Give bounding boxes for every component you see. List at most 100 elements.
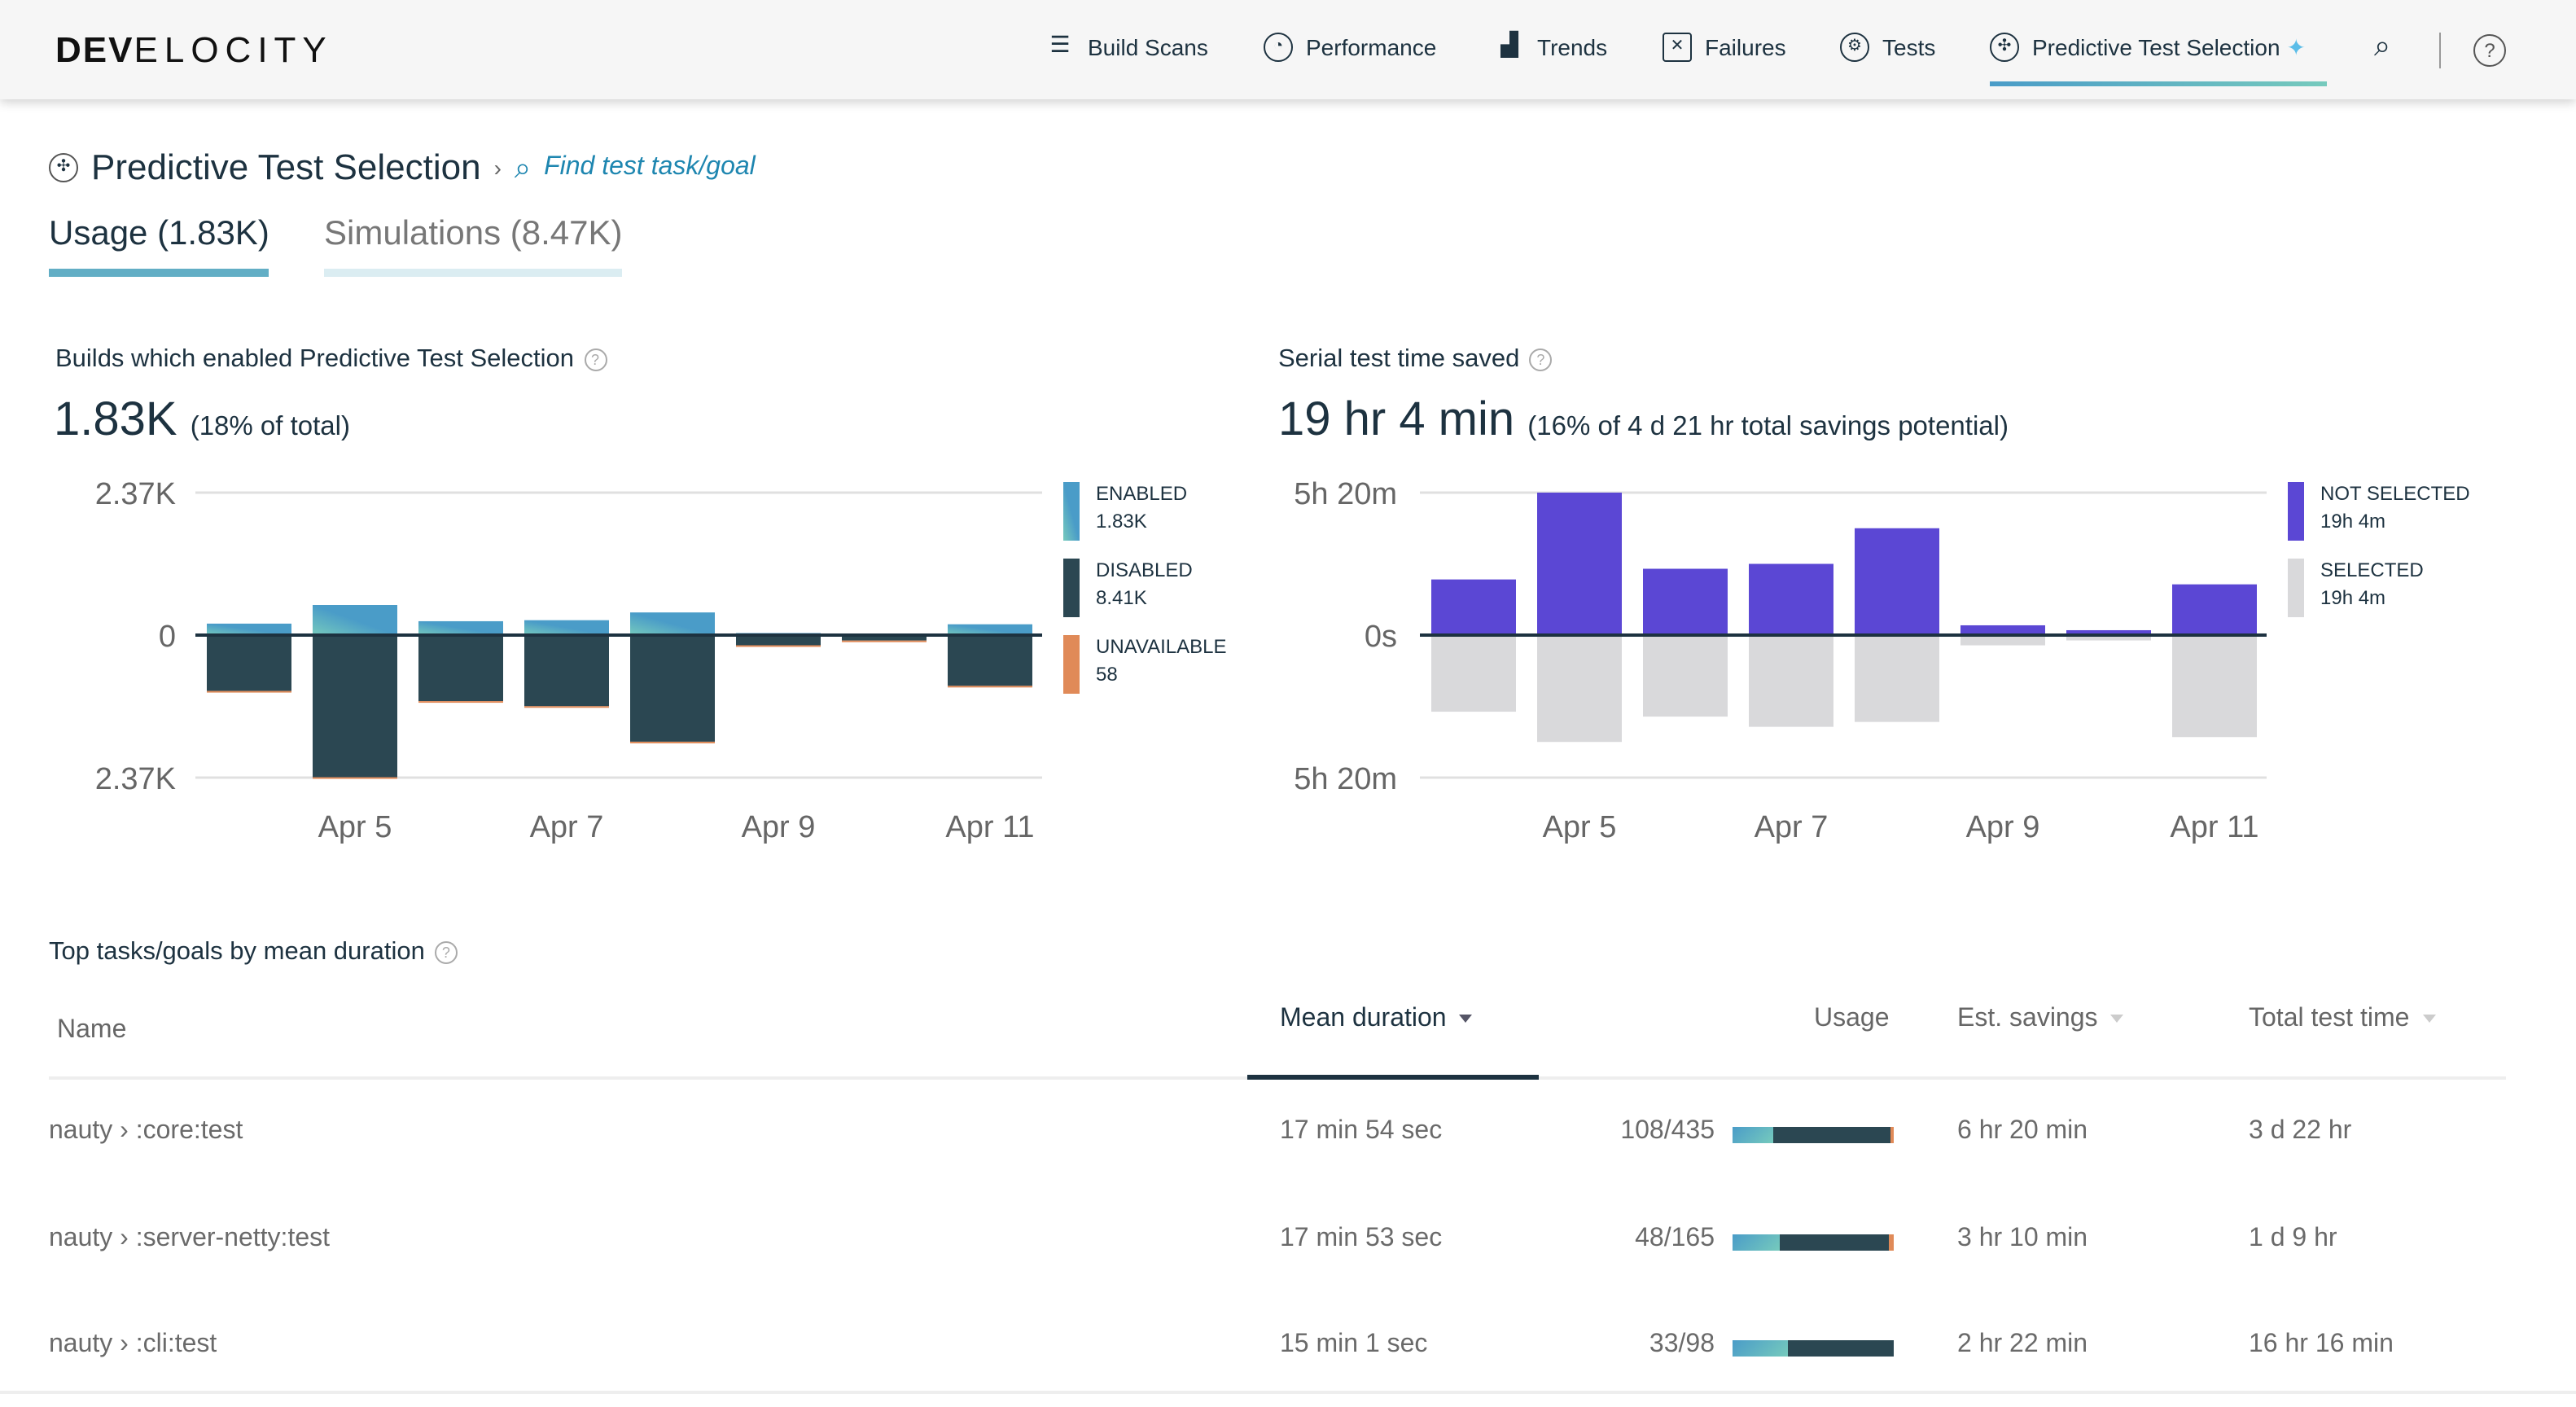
- tab-label: Usage (1.83K): [49, 215, 269, 252]
- est-savings: 6 hr 20 min: [1957, 1117, 2088, 1145]
- nav-label: Failures: [1705, 34, 1786, 60]
- legend-total: 58: [1096, 664, 1118, 686]
- breadcrumb-separator: ›: [493, 155, 502, 181]
- task-path: :server-netty:test: [135, 1224, 331, 1251]
- legend-label: UNAVAILABLE: [1096, 636, 1227, 658]
- brain-icon: ✣: [1990, 33, 2019, 62]
- task-name[interactable]: nauty › :server-netty:test: [49, 1224, 330, 1253]
- task-name[interactable]: nauty › :cli:test: [49, 1330, 217, 1360]
- column-header-mean-duration[interactable]: Mean duration: [1280, 1005, 1473, 1034]
- legend-total: 8.41K: [1096, 587, 1147, 609]
- column-header-usage[interactable]: Usage: [1814, 1005, 1890, 1034]
- bar-unavailable: [948, 686, 1032, 688]
- bar-disabled: [524, 635, 609, 707]
- column-header-total-test-time[interactable]: Total test time: [2249, 1005, 2436, 1034]
- x-tick-label: Apr 7: [530, 810, 604, 844]
- time-saved-chart: 5h 20m 0s 5h 20m Apr 5 Apr 7 Apr 9 Apr 11 NOT S…: [1294, 477, 2470, 844]
- bar-selected: [1855, 635, 1939, 722]
- chart-headline: 1.83K (18% of total): [54, 394, 350, 448]
- x-tick-label: Apr 9: [1966, 810, 2040, 844]
- bar-selected: [1749, 635, 1833, 727]
- headline-note: (16% of 4 d 21 hr total savings potentia…: [1527, 412, 2009, 441]
- column-header-est-savings[interactable]: Est. savings: [1957, 1005, 2124, 1034]
- bar-disabled: [207, 635, 291, 691]
- bar-enabled: [630, 612, 715, 635]
- legend-total: 19h 4m: [2320, 587, 2385, 609]
- bar-selected: [1431, 635, 1516, 712]
- header-label: Est. savings: [1957, 1005, 2098, 1032]
- column-header-name[interactable]: Name: [57, 1016, 126, 1045]
- project-name: nauty: [49, 1224, 113, 1251]
- help-icon[interactable]: ?: [434, 940, 458, 964]
- y-tick-label: 2.37K: [95, 477, 176, 511]
- brain-icon: ✣: [49, 153, 78, 182]
- x-tick-label: Apr 7: [1755, 810, 1829, 844]
- est-savings: 3 hr 10 min: [1957, 1224, 2088, 1251]
- usage-bar-unavailable: [1890, 1127, 1894, 1143]
- total-test-time: 1 d 9 hr: [2249, 1224, 2337, 1251]
- page-header: ✣ Predictive Test Selection › ⌕ Find tes…: [49, 147, 756, 189]
- legend-label: NOT SELECTED: [2320, 483, 2470, 505]
- bar-enabled: [313, 605, 397, 635]
- task-path: :cli:test: [135, 1330, 217, 1358]
- bar-selected: [1537, 635, 1622, 743]
- usage-count: 48/165: [1635, 1224, 1715, 1251]
- nav-label: Build Scans: [1088, 34, 1208, 60]
- usage-bar-disabled: [1773, 1127, 1891, 1143]
- nav-label: Predictive Test Selection: [2032, 34, 2280, 60]
- y-tick-label: 2.37K: [95, 762, 176, 796]
- search-icon[interactable]: ⌕: [515, 151, 531, 185]
- tab-usage[interactable]: Usage (1.83K): [49, 215, 269, 277]
- shield-x-icon: ✕: [1663, 33, 1692, 62]
- legend-swatch: [2288, 482, 2304, 541]
- chart-title-text: Builds which enabled Predictive Test Sel…: [55, 345, 575, 373]
- nav-label: Tests: [1882, 34, 1936, 60]
- help-icon[interactable]: ?: [1529, 348, 1553, 371]
- find-test-task-link[interactable]: Find test task/goal: [544, 153, 756, 182]
- gauge-icon: ◔: [1264, 33, 1293, 62]
- legend-total: 19h 4m: [2320, 511, 2385, 533]
- chart-title: Builds which enabled Predictive Test Sel…: [55, 345, 607, 375]
- bar-unavailable: [313, 777, 397, 779]
- table-title-text: Top tasks/goals by mean duration: [49, 938, 425, 966]
- help-icon[interactable]: ?: [2473, 34, 2506, 67]
- usage-bar-enabled: [1733, 1234, 1780, 1250]
- nav-tests[interactable]: ⚙ Tests: [1840, 33, 1935, 62]
- x-tick-label: Apr 11: [2170, 810, 2258, 844]
- total-test-time: 3 d 22 hr: [2249, 1117, 2352, 1145]
- bar-unavailable: [524, 706, 609, 708]
- tab-underline: [49, 269, 269, 277]
- task-path: :core:test: [135, 1117, 243, 1145]
- y-tick-label: 0s: [1365, 620, 1397, 654]
- page-title: Predictive Test Selection: [91, 147, 481, 187]
- nav-trends[interactable]: ▟ Trends: [1495, 32, 1607, 62]
- nav-predictive-test-selection[interactable]: ✣ Predictive Test Selection ✦: [1990, 33, 2306, 62]
- tab-simulations[interactable]: Simulations (8.47K): [324, 215, 623, 277]
- tab-label: Simulations (8.47K): [324, 215, 623, 252]
- nav-performance[interactable]: ◔ Performance: [1264, 33, 1436, 62]
- mean-duration: 17 min 54 sec: [1280, 1117, 1443, 1145]
- bar-unavailable: [418, 701, 503, 704]
- legend-swatch: [1063, 482, 1080, 541]
- search-icon[interactable]: ⌕: [2374, 29, 2390, 64]
- task-name[interactable]: nauty › :core:test: [49, 1117, 243, 1146]
- bar-disabled: [630, 635, 715, 742]
- builds-chart: 2.37K 0 2.37K Apr 5 Apr 7 Apr 9 Apr 11 ENABLED 1…: [95, 477, 1227, 844]
- chart-title: Serial test time saved?: [1278, 345, 1553, 375]
- logo-rest: ELOCITY: [134, 29, 333, 70]
- y-tick-label: 5h 20m: [1294, 762, 1397, 796]
- legend-swatch: [1063, 635, 1080, 694]
- usage-bar: [1733, 1234, 1894, 1250]
- active-nav-underline: [1990, 81, 2327, 86]
- legend-total: 1.83K: [1096, 511, 1147, 533]
- nav-build-scans[interactable]: ☰ Build Scans: [1045, 32, 1208, 62]
- bar-unavailable: [842, 640, 927, 642]
- develocity-logo[interactable]: DEVELOCITY: [55, 29, 333, 72]
- header-label: Total test time: [2249, 1005, 2410, 1032]
- tab-underline: [324, 269, 623, 277]
- legend-label: SELECTED: [2320, 559, 2424, 581]
- help-icon[interactable]: ?: [584, 348, 607, 371]
- nav-failures[interactable]: ✕ Failures: [1663, 33, 1786, 62]
- usage-bar-disabled: [1787, 1340, 1894, 1357]
- sparkle-icon: ✦: [2286, 33, 2306, 59]
